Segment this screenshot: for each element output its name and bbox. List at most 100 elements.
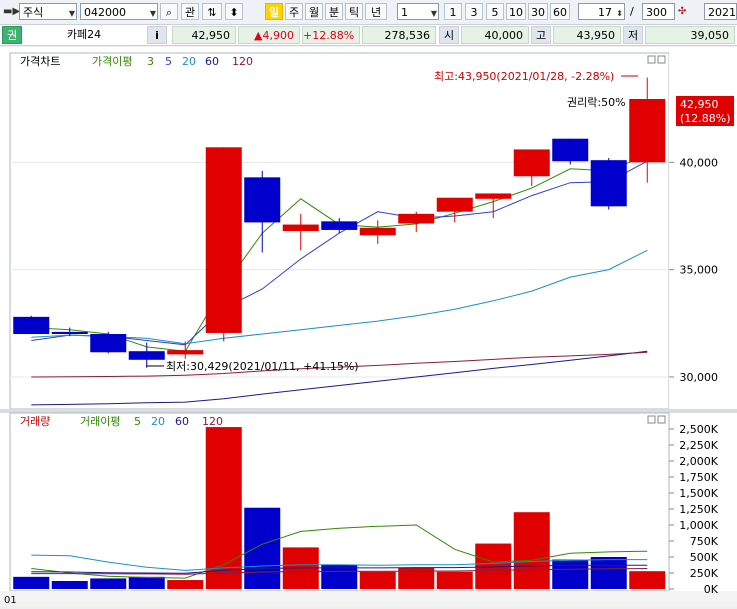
close-icon[interactable]	[657, 55, 666, 64]
tab-day[interactable]: 일	[265, 3, 283, 20]
interval-60-button[interactable]: 60	[550, 3, 570, 20]
price-ma120-label: 120	[232, 55, 253, 68]
sync-button[interactable]: ⇅	[202, 3, 222, 20]
volume-bar	[552, 559, 589, 589]
low-label: 저	[623, 26, 643, 44]
count-input[interactable]: 17 ⬍	[578, 3, 625, 20]
interval-1-button[interactable]: 1	[444, 3, 462, 20]
interval-30-button[interactable]: 30	[528, 3, 548, 20]
volume-bar	[90, 578, 127, 589]
minimize-icon[interactable]	[647, 415, 656, 424]
price-ma-title: 가격이평	[92, 55, 132, 68]
stock-code-value: 042000	[84, 6, 126, 19]
candle-body	[90, 334, 127, 353]
info-button[interactable]: i	[147, 26, 167, 44]
tab-week[interactable]: 주	[285, 3, 303, 20]
candle-body	[398, 213, 435, 224]
high-annotation: 최고:43,950(2021/01/28, -2.28%)	[434, 70, 614, 83]
volume-bar	[167, 580, 204, 589]
price-change-percent: +12.88%	[302, 26, 360, 44]
tab-tick[interactable]: 틱	[345, 3, 363, 20]
date-input[interactable]: 2021/	[704, 3, 737, 20]
minimize-icon[interactable]	[647, 55, 656, 64]
interest-button[interactable]: 관	[181, 3, 199, 20]
volume-y-tick-label: 500K	[690, 551, 719, 564]
volume-y-tick-label: 2,500K	[679, 423, 718, 436]
chevron-down-icon: ▼	[430, 9, 437, 18]
stepper-button[interactable]: ⬍	[225, 3, 243, 20]
toolbar: ▬▶ 주식 ▼ 042000 ▼ ⌕ 관 ⇅ ⬍ 일 주 월 분 틱 년 1 ▼…	[0, 0, 737, 25]
screen-link-icon[interactable]: ▬▶	[3, 3, 20, 20]
current-price-tag-percent: (12.88%)	[680, 112, 731, 125]
candle-body	[552, 138, 589, 162]
chevron-down-icon: ▼	[68, 9, 75, 18]
volume-bar	[629, 571, 666, 589]
volume-y-tick-label: 0K	[704, 583, 719, 596]
price-legend-title: 가격차트	[20, 55, 60, 68]
interval-value: 1	[401, 6, 408, 19]
volume-ma120-label: 120	[202, 415, 223, 428]
price-ma60-label: 60	[205, 55, 219, 68]
tab-minute[interactable]: 분	[325, 3, 343, 20]
candle-body	[513, 149, 550, 177]
price-y-tick-label: 30,000	[680, 371, 719, 384]
interval-3-button[interactable]: 3	[465, 3, 483, 20]
candle-body	[590, 160, 627, 207]
candle-body	[128, 351, 165, 360]
candle-body	[629, 99, 666, 163]
tab-year[interactable]: 년	[365, 3, 387, 20]
volume-bar	[128, 576, 165, 589]
search-button[interactable]: ⌕	[160, 3, 178, 20]
candle-body	[282, 224, 319, 231]
price-ma3-label: 3	[147, 55, 154, 68]
volume-legend-title: 거래량	[20, 415, 50, 428]
price-y-tick-label: 35,000	[680, 264, 719, 277]
volume-bar	[244, 507, 281, 589]
volume-bar	[13, 576, 50, 589]
rights-annotation: 권리락:50%	[567, 96, 626, 109]
price-change: ▲4,900	[238, 26, 300, 44]
tab-month[interactable]: 월	[305, 3, 323, 20]
open-label: 시	[439, 26, 459, 44]
total-input[interactable]: 300	[642, 3, 675, 20]
sync-icon: ⇅	[207, 6, 217, 19]
panel-splitter[interactable]	[0, 409, 737, 413]
stock-code-input[interactable]: 042000 ▼	[80, 3, 158, 20]
current-price: 42,950	[172, 26, 236, 44]
low-annotation: 최저:30,429(2021/01/11, +41.15%)	[166, 360, 359, 373]
price-ma5-label: 5	[165, 55, 172, 68]
stock-name: 카페24	[66, 28, 102, 41]
price-ma20-label: 20	[182, 55, 196, 68]
chevron-down-icon: ▼	[149, 9, 156, 18]
chart-area: 40,000 35,000 30,000 2,500K 2,250K 2,000K 1,7…	[0, 47, 737, 606]
close-icon[interactable]	[657, 415, 666, 424]
volume-ma20-label: 20	[151, 415, 165, 428]
interval-select[interactable]: 1 ▼	[397, 3, 439, 20]
rights-tag: 권	[2, 26, 22, 44]
candle-body	[167, 350, 204, 355]
candle-body	[359, 227, 396, 236]
high-label: 고	[531, 26, 551, 44]
candle-body	[436, 197, 473, 212]
up-down-icon: ⬍	[229, 6, 239, 19]
volume-bar	[436, 571, 473, 589]
stepper-icon: ⬍	[616, 9, 623, 18]
interval-5-button[interactable]: 5	[486, 3, 504, 20]
x-tick-label: 01	[4, 595, 17, 606]
candle-body	[475, 193, 512, 199]
volume-bar	[359, 571, 396, 589]
settings-icon[interactable]: ✣	[678, 3, 696, 20]
interval-10-button[interactable]: 10	[506, 3, 526, 20]
trading-volume: 278,536	[362, 26, 436, 44]
candle-body	[51, 331, 88, 335]
market-select[interactable]: 주식 ▼	[19, 3, 77, 20]
candle-body	[205, 147, 242, 333]
candle-body	[321, 221, 358, 230]
volume-y-tick-label: 750K	[690, 535, 719, 548]
volume-y-tick-label: 1,500K	[679, 487, 718, 500]
volume-y-tick-label: 2,000K	[679, 455, 718, 468]
volume-ma5-label: 5	[134, 415, 141, 428]
quote-bar: 권 카페24 i 42,950 ▲4,900 +12.88% 278,536 시…	[0, 25, 737, 46]
open-price: 40,000	[461, 26, 529, 44]
low-price: 39,050	[645, 26, 735, 44]
